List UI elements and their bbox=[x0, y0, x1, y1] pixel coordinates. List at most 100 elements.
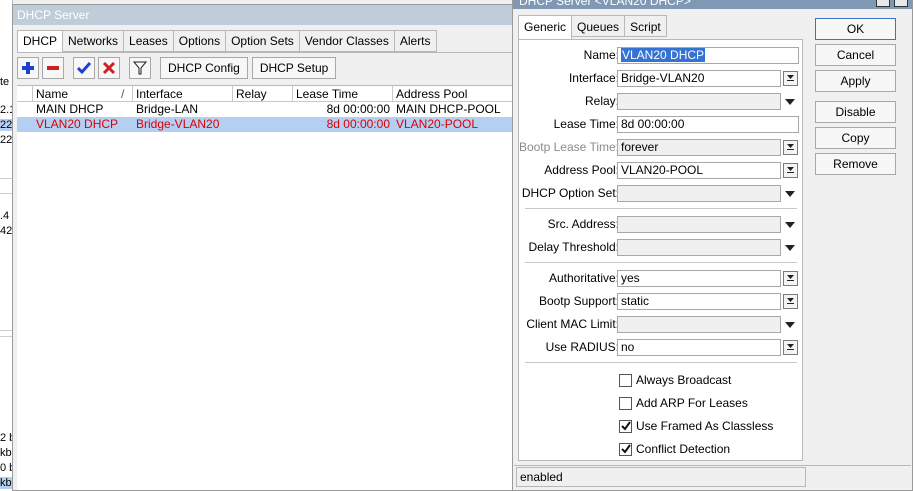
lease-time-field[interactable]: 8d 00:00:00 bbox=[617, 116, 799, 133]
dhcp-config-button[interactable]: DHCP Config bbox=[160, 57, 248, 79]
tab-dhcp[interactable]: DHCP bbox=[17, 30, 64, 53]
add-button[interactable] bbox=[17, 57, 39, 79]
use-framed-checkbox[interactable]: Use Framed As Classless bbox=[619, 418, 773, 434]
use-radius-row: Use RADIUS: no bbox=[519, 339, 804, 358]
row-relay bbox=[233, 102, 293, 117]
bg-text: 42 bbox=[0, 225, 13, 237]
window-title[interactable]: DHCP Server bbox=[13, 5, 517, 25]
status-text: enabled bbox=[516, 467, 806, 487]
address-pool-select[interactable]: VLAN20-POOL bbox=[617, 162, 781, 179]
col-marker bbox=[17, 86, 33, 102]
copy-button[interactable]: Copy bbox=[815, 127, 896, 149]
interface-label: Interface: bbox=[568, 71, 619, 85]
dropdown-button[interactable] bbox=[783, 271, 798, 286]
row-name: MAIN DHCP bbox=[36, 102, 104, 116]
use-radius-select[interactable]: no bbox=[617, 339, 781, 356]
x-icon bbox=[102, 61, 116, 75]
src-address-field[interactable] bbox=[617, 216, 781, 233]
name-label: Name: bbox=[583, 48, 619, 62]
row-interface: Bridge-VLAN20 bbox=[136, 117, 220, 131]
dropdown-button[interactable] bbox=[783, 294, 798, 309]
col-lease-time[interactable]: Lease Time bbox=[293, 86, 393, 102]
checkmark-icon bbox=[620, 421, 631, 431]
tab-alerts[interactable]: Alerts bbox=[394, 30, 437, 52]
row-address-pool: MAIN DHCP-POOL bbox=[396, 102, 501, 116]
conflict-detection-checkbox[interactable]: Conflict Detection bbox=[619, 441, 730, 457]
table-row[interactable]: VLAN20 DHCP Bridge-VLAN20 8d 00:00:00 VL… bbox=[17, 117, 517, 132]
checkbox-box[interactable] bbox=[619, 419, 632, 433]
filter-button[interactable] bbox=[129, 57, 151, 79]
src-address-label: Src. Address: bbox=[547, 217, 619, 231]
disable-button[interactable]: Disable bbox=[815, 101, 896, 123]
relay-field[interactable] bbox=[617, 93, 781, 110]
dhcp-server-properties-window: DHCP Server <VLAN20 DHCP> Generic Queues… bbox=[512, 0, 913, 491]
row-lease-time: 8d 00:00:00 bbox=[326, 117, 390, 131]
dhcp-option-set-field[interactable] bbox=[617, 185, 781, 202]
chevron-down-icon bbox=[787, 298, 794, 304]
tab-options[interactable]: Options bbox=[173, 30, 227, 52]
authoritative-select[interactable]: yes bbox=[617, 270, 781, 287]
always-broadcast-checkbox[interactable]: Always Broadcast bbox=[619, 372, 731, 388]
address-pool-label: Address Pool: bbox=[544, 163, 619, 177]
interface-select[interactable]: Bridge-VLAN20 bbox=[617, 70, 781, 87]
dropdown-button[interactable] bbox=[783, 71, 798, 86]
dropdown-button[interactable] bbox=[783, 163, 798, 178]
address-pool-row: Address Pool: VLAN20-POOL bbox=[519, 162, 804, 181]
disable-button[interactable] bbox=[98, 57, 120, 79]
checkbox-box[interactable] bbox=[619, 442, 632, 456]
expand-arrow-icon[interactable] bbox=[785, 191, 795, 197]
authoritative-label: Authoritative: bbox=[548, 271, 619, 285]
dialog-title-bar[interactable]: DHCP Server <VLAN20 DHCP> bbox=[513, 0, 912, 9]
chevron-down-icon bbox=[787, 75, 794, 81]
row-name: VLAN20 DHCP bbox=[36, 117, 119, 131]
tab-networks[interactable]: Networks bbox=[63, 30, 125, 52]
delay-threshold-row: Delay Threshold: bbox=[519, 239, 804, 258]
restore-icon[interactable] bbox=[876, 0, 890, 7]
remove-button[interactable] bbox=[42, 57, 64, 79]
col-relay[interactable]: Relay bbox=[233, 86, 293, 102]
ok-button[interactable]: OK bbox=[815, 18, 896, 40]
checkbox-box[interactable] bbox=[619, 373, 632, 387]
tab-generic[interactable]: Generic bbox=[518, 15, 573, 39]
delay-threshold-label: Delay Threshold: bbox=[528, 240, 620, 254]
delay-threshold-field[interactable] bbox=[617, 239, 781, 256]
tab-queues[interactable]: Queues bbox=[572, 15, 626, 37]
expand-arrow-icon[interactable] bbox=[785, 222, 795, 228]
dhcp-tabs: DHCP Networks Leases Options Option Sets… bbox=[17, 30, 437, 53]
bootp-support-select[interactable]: static bbox=[617, 293, 781, 310]
name-row: Name: VLAN20 DHCP bbox=[519, 47, 804, 66]
name-field[interactable]: VLAN20 DHCP bbox=[617, 47, 799, 64]
tab-leases[interactable]: Leases bbox=[124, 30, 174, 52]
cancel-button[interactable]: Cancel bbox=[815, 44, 896, 66]
apply-button[interactable]: Apply bbox=[815, 70, 896, 92]
dropdown-button[interactable] bbox=[783, 140, 798, 155]
chevron-down-icon bbox=[787, 167, 794, 173]
close-icon[interactable] bbox=[894, 0, 908, 7]
lease-time-row: Lease Time: 8d 00:00:00 bbox=[519, 116, 804, 135]
relay-label: Relay: bbox=[584, 94, 619, 108]
tab-option-sets[interactable]: Option Sets bbox=[226, 30, 300, 52]
col-name[interactable]: Name bbox=[33, 86, 133, 102]
col-address-pool[interactable]: Address Pool bbox=[393, 86, 519, 102]
use-framed-label: Use Framed As Classless bbox=[636, 419, 774, 433]
conflict-detection-label: Conflict Detection bbox=[636, 442, 731, 456]
bootp-lease-time-select[interactable]: forever bbox=[617, 139, 781, 156]
table-row[interactable]: MAIN DHCP Bridge-LAN 8d 00:00:00 MAIN DH… bbox=[17, 102, 517, 117]
dhcp-option-set-label: DHCP Option Set: bbox=[521, 186, 619, 200]
expand-arrow-icon[interactable] bbox=[785, 322, 795, 328]
tab-script[interactable]: Script bbox=[625, 15, 667, 37]
dhcp-setup-button[interactable]: DHCP Setup bbox=[251, 57, 337, 79]
expand-arrow-icon[interactable] bbox=[785, 245, 795, 251]
checkbox-box[interactable] bbox=[619, 396, 632, 410]
add-arp-checkbox[interactable]: Add ARP For Leases bbox=[619, 395, 748, 411]
col-interface[interactable]: Interface bbox=[133, 86, 233, 102]
dropdown-button[interactable] bbox=[783, 340, 798, 355]
client-mac-limit-field[interactable] bbox=[617, 316, 781, 333]
expand-arrow-icon[interactable] bbox=[785, 99, 795, 105]
enable-button[interactable] bbox=[73, 57, 95, 79]
remove-button[interactable]: Remove bbox=[815, 153, 896, 175]
add-arp-label: Add ARP For Leases bbox=[636, 396, 748, 410]
tab-vendor-classes[interactable]: Vendor Classes bbox=[299, 30, 395, 52]
row-address-pool: VLAN20-POOL bbox=[396, 117, 479, 131]
bootp-lease-time-row: Bootp Lease Time: forever bbox=[519, 139, 804, 158]
